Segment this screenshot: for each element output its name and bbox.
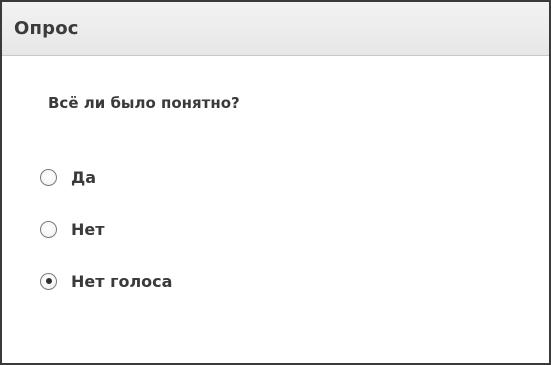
option-yes[interactable]: Да xyxy=(40,151,172,203)
poll-titlebar: Опрос xyxy=(2,2,549,56)
radio-yes[interactable] xyxy=(40,168,57,186)
option-label: Да xyxy=(71,167,97,187)
poll-panel: Опрос Всё ли было понятно? Да Нет Нет го… xyxy=(0,0,551,365)
option-no[interactable]: Нет xyxy=(40,203,172,255)
option-no-vote[interactable]: Нет голоса xyxy=(40,255,172,307)
poll-options: Да Нет Нет голоса xyxy=(40,151,172,307)
radio-no-vote[interactable] xyxy=(40,272,57,290)
radio-no[interactable] xyxy=(40,220,57,238)
poll-content: Всё ли было понятно? Да Нет Нет голоса xyxy=(2,56,549,363)
radio-selected-dot xyxy=(45,278,52,284)
panel-title: Опрос xyxy=(14,18,79,39)
option-label: Нет xyxy=(71,219,105,239)
option-label: Нет голоса xyxy=(71,271,173,291)
poll-question: Всё ли было понятно? xyxy=(48,94,240,112)
